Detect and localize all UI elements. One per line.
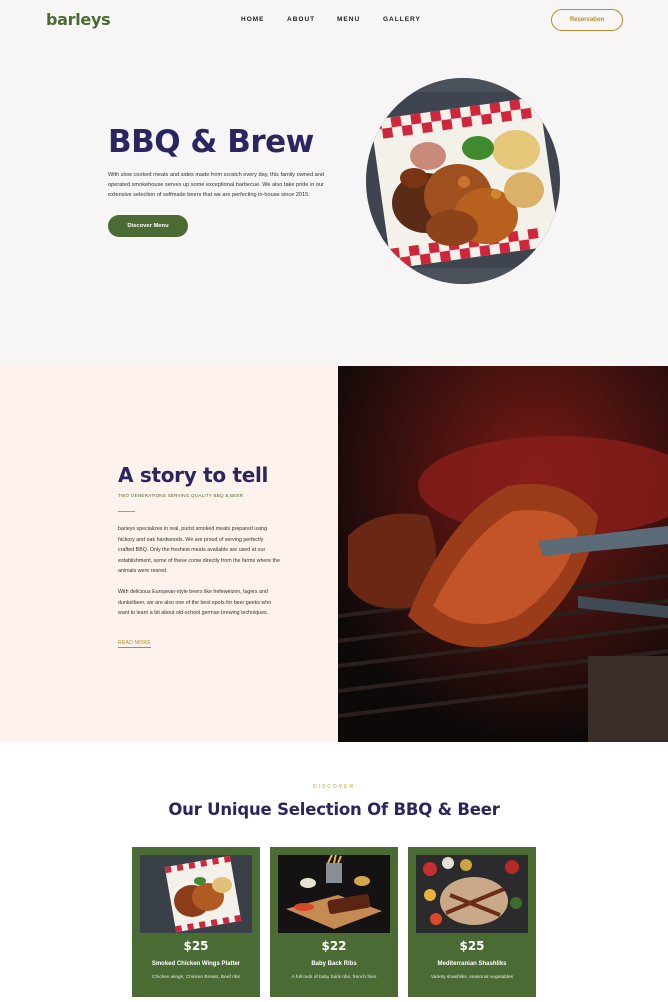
story-paragraph-2: With delicious European-style beers like… xyxy=(118,589,272,616)
card-price: $22 xyxy=(321,939,347,953)
card-description: Variety shashliks, seasonal vegetables xyxy=(430,975,514,980)
card-name: Smoked Chicken Wings Platter xyxy=(151,961,241,967)
menu-card-wings[interactable]: $25 Smoked Chicken Wings Platter Chicken… xyxy=(132,847,260,997)
menu-card-shashliks[interactable]: $25 Mediterranian Shashliks Variety shas… xyxy=(408,847,536,997)
hero-description: With slow cooked meats and sides made fr… xyxy=(108,172,325,198)
nav-home[interactable]: HOME xyxy=(241,16,265,23)
menu-card-ribs[interactable]: $22 Baby Back Ribs A full rack of baby b… xyxy=(270,847,398,997)
read-more-link[interactable]: READ MORE xyxy=(118,640,151,648)
nav-about[interactable]: ABOUT xyxy=(287,16,315,23)
story-section: A story to tell TWO GENERATIONS SERVING … xyxy=(0,366,338,742)
hero-title: BBQ & Brew xyxy=(108,124,314,160)
reservation-button[interactable]: Reservation xyxy=(551,9,623,31)
selection-section: DISCOVER Our Unique Selection Of BBQ & B… xyxy=(0,742,668,1002)
card-name: Baby Back Ribs xyxy=(311,961,357,967)
story-subtitle: TWO GENERATIONS SERVING QUALITY BBQ & BE… xyxy=(118,493,244,498)
site-header: barleys HOME ABOUT MENU GALLERY Reservat… xyxy=(0,0,668,40)
story-paragraph-1: barleys specializes in real, purist smok… xyxy=(118,526,280,574)
discover-menu-button[interactable]: Discover Menu xyxy=(108,215,188,237)
shashliks-image xyxy=(416,855,528,933)
story-divider xyxy=(118,511,135,512)
card-description: Chicken wings, Chicken Breast, Beef ribs xyxy=(152,975,240,980)
card-description: A full rack of baby back ribs, french fr… xyxy=(291,975,377,980)
story-title: A story to tell xyxy=(118,463,269,487)
card-price: $25 xyxy=(459,939,485,953)
bbq-platter-image xyxy=(366,78,560,284)
nav-gallery[interactable]: GALLERY xyxy=(383,16,421,23)
baby-back-ribs-image xyxy=(278,855,390,933)
selection-eyebrow: DISCOVER xyxy=(312,784,356,790)
hero-section: BBQ & Brew With slow cooked meats and si… xyxy=(0,40,668,366)
nav-menu[interactable]: MENU xyxy=(337,16,360,23)
chicken-wings-image xyxy=(140,855,252,933)
grilled-chicken-image xyxy=(338,366,668,742)
logo[interactable]: barleys xyxy=(46,10,111,29)
card-price: $25 xyxy=(183,939,209,953)
card-name: Mediterranian Shashliks xyxy=(437,961,507,967)
selection-title: Our Unique Selection Of BBQ & Beer xyxy=(168,800,500,819)
